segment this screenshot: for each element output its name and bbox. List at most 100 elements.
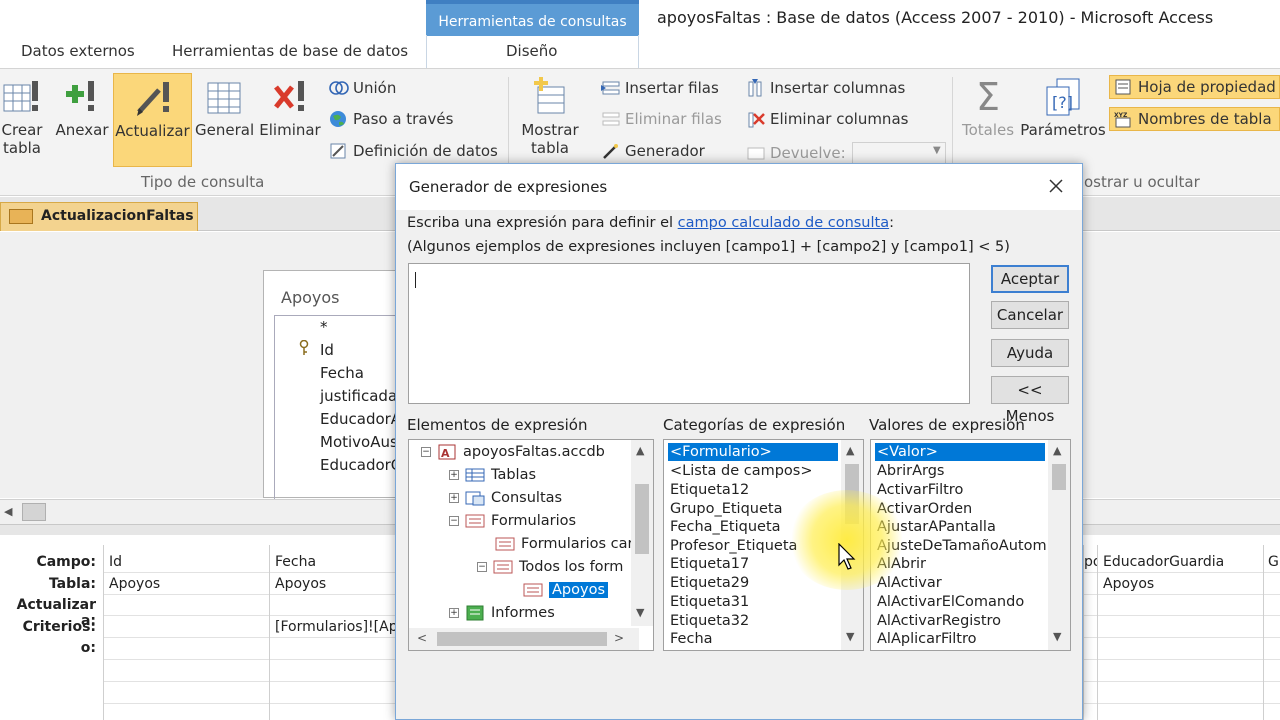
list-item[interactable]: Grupo_Etiqueta bbox=[668, 500, 784, 518]
menos-button[interactable]: << Menos bbox=[991, 376, 1069, 425]
valores-list[interactable]: <Valor> AbrirArgs ActivarFiltro ActivarO… bbox=[870, 439, 1071, 651]
tab-diseno[interactable]: Diseño bbox=[506, 42, 557, 60]
parametros-button[interactable]: [?] Parámetros bbox=[1020, 77, 1106, 139]
grid-cell-criterios[interactable]: [Formularios]![Ap bbox=[275, 619, 395, 635]
field-item[interactable]: Id bbox=[320, 341, 334, 359]
scroll-down-icon[interactable]: ▼ bbox=[636, 606, 644, 619]
cancelar-button[interactable]: Cancelar bbox=[991, 301, 1069, 329]
collapse-icon[interactable]: − bbox=[477, 562, 487, 572]
list-item[interactable]: AbrirArgs bbox=[875, 462, 946, 480]
nombres-tabla-button[interactable]: XYZ Nombres de tabla bbox=[1109, 107, 1280, 131]
tree-vertical-scrollbar[interactable]: ▲ ▼ bbox=[631, 440, 653, 626]
scroll-down-icon[interactable]: ▼ bbox=[846, 630, 854, 643]
grid-cell-campo[interactable]: Id bbox=[109, 554, 269, 570]
list-item[interactable]: ActivarOrden bbox=[875, 500, 974, 518]
totales-button[interactable]: Σ Totales bbox=[958, 77, 1018, 139]
general-button[interactable]: General bbox=[195, 77, 254, 139]
elementos-tree[interactable]: − A apoyosFaltas.accdb + Tablas + Consul… bbox=[408, 439, 654, 651]
list-item[interactable]: Fecha bbox=[668, 630, 715, 648]
list-item[interactable]: AlActivarRegistro bbox=[875, 612, 1003, 630]
scroll-up-icon[interactable]: ▲ bbox=[636, 444, 644, 457]
list-item[interactable]: Etiqueta32 bbox=[668, 612, 751, 630]
grid-column[interactable]: po bbox=[1083, 545, 1098, 720]
grid-cell-campo[interactable]: po bbox=[1084, 554, 1098, 570]
close-icon[interactable] bbox=[1044, 174, 1068, 198]
help-link-campo-calculado[interactable]: campo calculado de consulta bbox=[678, 215, 889, 231]
eliminar-columnas-button[interactable]: Eliminar columnas bbox=[746, 110, 908, 128]
list-item[interactable]: Etiqueta12 bbox=[668, 481, 751, 499]
definicion-datos-button[interactable]: Definición de datos bbox=[329, 142, 498, 160]
insertar-columnas-button[interactable]: Insertar columnas bbox=[746, 79, 905, 97]
tree-node-database[interactable]: − A apoyosFaltas.accdb bbox=[421, 444, 605, 460]
crear-tabla-button[interactable]: Crear tabla bbox=[0, 77, 44, 157]
list-item[interactable]: AjusteDeTamañoAutomá bbox=[875, 537, 1047, 555]
insertar-filas-button[interactable]: Insertar filas bbox=[601, 79, 719, 97]
tree-node-consultas[interactable]: + Consultas bbox=[449, 490, 562, 506]
field-item[interactable]: MotivoAus bbox=[320, 433, 398, 451]
scroll-up-icon[interactable]: ▲ bbox=[1053, 444, 1061, 457]
tree-node-formularios-cargados[interactable]: Formularios car bbox=[495, 536, 633, 552]
anexar-button[interactable]: Anexar bbox=[54, 77, 110, 139]
ayuda-button[interactable]: Ayuda bbox=[991, 339, 1069, 367]
tree-node-informes[interactable]: + Informes bbox=[449, 605, 555, 621]
grid-cell-campo[interactable]: Fecha bbox=[275, 554, 395, 570]
list-item[interactable]: Profesor_Etiqueta bbox=[668, 537, 799, 555]
categorias-list[interactable]: <Formulario> <Lista de campos> Etiqueta1… bbox=[663, 439, 864, 651]
scroll-thumb[interactable] bbox=[22, 503, 46, 521]
grid-column[interactable]: Fecha Apoyos [Formularios]![Ap bbox=[269, 545, 395, 720]
hoja-propiedades-button[interactable]: Hoja de propiedad bbox=[1109, 75, 1280, 99]
list-item[interactable]: Etiqueta17 bbox=[668, 555, 751, 573]
expand-icon[interactable]: + bbox=[449, 608, 459, 618]
devuelve-control[interactable]: Devuelve: ▼ bbox=[746, 142, 946, 164]
tree-horizontal-scrollbar[interactable]: < > bbox=[409, 628, 639, 650]
field-item[interactable]: EducadorA bbox=[320, 410, 401, 428]
field-item[interactable]: EducadorG bbox=[320, 456, 402, 474]
list-item[interactable]: <Valor> bbox=[874, 442, 1046, 462]
union-button[interactable]: Unión bbox=[329, 79, 396, 97]
list-item[interactable]: Etiqueta29 bbox=[668, 574, 751, 592]
field-item[interactable]: Fecha bbox=[320, 364, 364, 382]
list-item[interactable]: ActivarFiltro bbox=[875, 481, 965, 499]
scroll-up-icon[interactable]: ▲ bbox=[846, 444, 854, 457]
scroll-right-icon[interactable]: > bbox=[614, 631, 624, 645]
collapse-icon[interactable]: − bbox=[449, 516, 459, 526]
list-item[interactable]: AlAbrir bbox=[875, 555, 928, 573]
list-item[interactable]: AlActivar bbox=[875, 574, 944, 592]
tab-datos-externos[interactable]: Datos externos bbox=[21, 42, 135, 60]
eliminar-button[interactable]: Eliminar bbox=[258, 77, 322, 139]
list-item[interactable]: AjustarAPantalla bbox=[875, 518, 998, 536]
document-tab-actualizacionfaltas[interactable]: ActualizacionFaltas bbox=[0, 202, 198, 231]
scroll-thumb[interactable] bbox=[437, 632, 607, 646]
scroll-left-icon[interactable]: < bbox=[417, 631, 427, 645]
grid-cell-tabla[interactable]: Apoyos bbox=[109, 576, 269, 592]
field-item[interactable]: justificada bbox=[320, 387, 397, 405]
scroll-thumb[interactable] bbox=[635, 484, 649, 554]
scroll-left-icon[interactable]: ◀ bbox=[4, 505, 12, 518]
scroll-thumb[interactable] bbox=[845, 464, 859, 524]
actualizar-button[interactable]: Actualizar bbox=[113, 73, 192, 167]
list-item[interactable]: <Formulario> bbox=[667, 442, 839, 462]
grid-cell-tabla[interactable]: Apoyos bbox=[1103, 576, 1263, 592]
grid-cell-campo[interactable]: G bbox=[1268, 554, 1280, 570]
grid-column[interactable]: G bbox=[1263, 545, 1280, 720]
expand-icon[interactable]: + bbox=[449, 470, 459, 480]
grid-cell-campo[interactable]: EducadorGuardia bbox=[1103, 554, 1263, 570]
mostrar-tabla-button[interactable]: Mostrar tabla bbox=[518, 77, 582, 157]
paso-a-traves-button[interactable]: Paso a través bbox=[329, 110, 453, 128]
scroll-thumb[interactable] bbox=[1052, 464, 1066, 490]
list-item[interactable]: <Lista de campos> bbox=[668, 462, 815, 480]
devuelve-dropdown[interactable]: ▼ bbox=[851, 142, 946, 164]
field-item[interactable]: * bbox=[320, 318, 328, 336]
list-item[interactable]: AlActivarElComando bbox=[875, 593, 1026, 611]
list-item[interactable]: Etiqueta31 bbox=[668, 593, 751, 611]
expand-icon[interactable]: + bbox=[449, 493, 459, 503]
aceptar-button[interactable]: Aceptar bbox=[991, 265, 1069, 293]
grid-column[interactable]: Id Apoyos bbox=[103, 545, 269, 720]
grid-column[interactable]: EducadorGuardia Apoyos bbox=[1097, 545, 1263, 720]
generador-button[interactable]: Generador bbox=[601, 142, 705, 160]
tree-node-formularios[interactable]: − Formularios bbox=[449, 513, 576, 529]
grid-cell-tabla[interactable]: Apoyos bbox=[275, 576, 395, 592]
scroll-down-icon[interactable]: ▼ bbox=[1053, 630, 1061, 643]
tab-herramientas-base-datos[interactable]: Herramientas de base de datos bbox=[172, 42, 408, 60]
valores-vertical-scrollbar[interactable]: ▲ ▼ bbox=[1048, 440, 1070, 650]
